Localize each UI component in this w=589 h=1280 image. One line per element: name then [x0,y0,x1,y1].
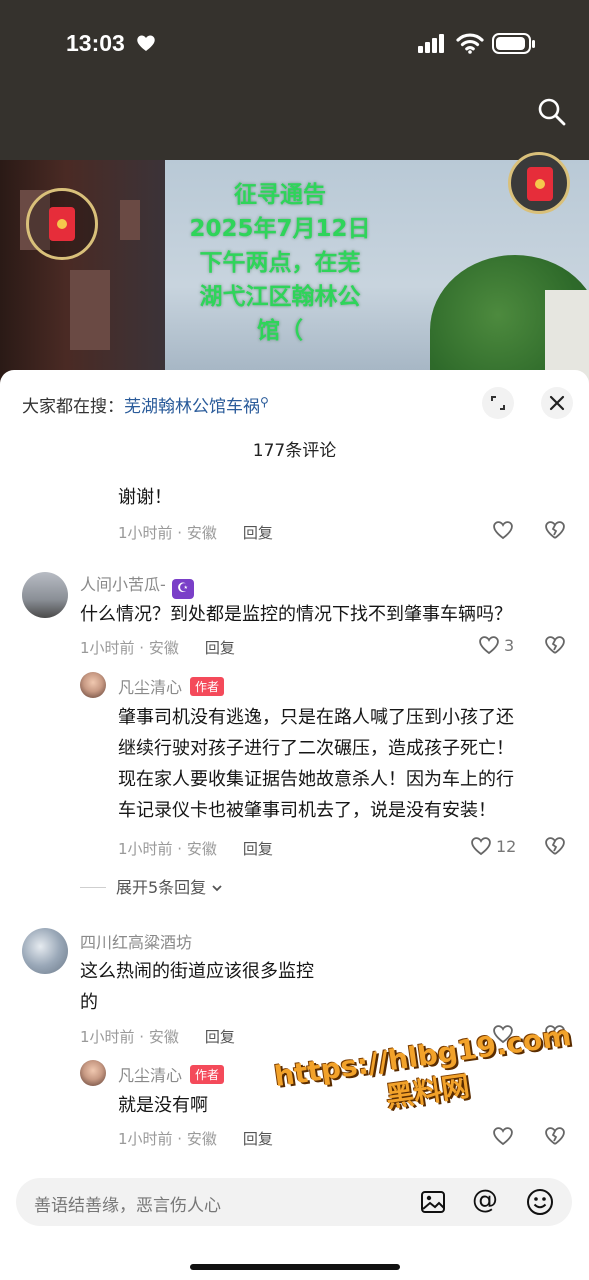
comment-text: 什么情况？到处都是监控的情况下找不到肇事车辆吗？ [80,604,512,625]
close-icon [549,395,565,411]
wifi-icon [456,33,484,54]
author-badge: 作者 [190,1065,225,1084]
comment-line: 现在家人要收集证据告她故意杀人！因为车上的行 [118,769,514,790]
dislike-button[interactable] [544,836,566,860]
search-small-icon: ⚲ [260,395,269,409]
notice-line: 下午两点，在芜 [199,250,361,276]
heart-outline-icon [493,1127,513,1146]
author-avatar[interactable] [80,672,106,698]
video-top-bar [0,92,589,160]
notice-line: 征寻通告 [234,182,326,208]
heart-icon [137,35,155,51]
comment-meta: 1小时前 · 安徽 回复 [118,1128,273,1149]
comment-username[interactable]: 凡尘清心 作者 [118,1062,225,1086]
home-indicator[interactable] [190,1264,400,1270]
comment-text: 就是没有啊 [118,1095,208,1116]
comment-username[interactable]: 四川红高粱酒坊 [80,929,192,953]
red-packet-icon[interactable] [508,152,570,214]
reply-button[interactable]: 回复 [243,1130,273,1148]
comment-time-location: 1小时前 · 安徽 [80,639,179,657]
comment-meta: 1小时前 · 安徽 回复 [118,522,273,543]
comment-text: 肇事司机没有逃逸，只是在路人喊了压到小孩了还 继续行驶对孩子进行了二次碾压，造成… [118,702,514,826]
heart-outline-icon [471,837,491,856]
dislike-button[interactable] [544,1126,566,1150]
video-notice-text: 征寻通告 2025年7月12日 下午两点，在芜 湖弋江区翰林公 馆（ [160,178,400,348]
avatar[interactable] [22,572,68,618]
broken-heart-icon [545,837,565,855]
broken-heart-icon [545,521,565,539]
dislike-button[interactable] [544,635,566,659]
comment-time-location: 1小时前 · 安徽 [118,524,217,542]
comment-line: 车记录仪卡也被肇事司机去了，说是没有安装！ [118,800,496,821]
like-count: 12 [496,836,517,856]
video-player[interactable]: 征寻通告 2025年7月12日 下午两点，在芜 湖弋江区翰林公 馆（ [0,160,589,390]
reply-button[interactable]: 回复 [205,639,235,657]
comment-input-placeholder: 善语结善缘，恶言伤人心 [34,1196,221,1216]
comment-line: 这么热闹的街道应该很多监控 [80,961,314,982]
author-avatar[interactable] [80,1060,106,1086]
chevron-down-icon [212,885,222,892]
search-icon[interactable] [536,96,568,128]
username-text: 四川红高粱酒坊 [80,933,193,952]
image-icon[interactable] [420,1189,446,1215]
username-text: 人间小苦瓜- [80,575,166,594]
battery-icon [492,33,535,54]
emoji-icon[interactable] [526,1188,554,1216]
like-button[interactable]: 3 [478,635,514,655]
expand-replies-button[interactable]: 展开5条回复 [80,874,223,898]
broken-heart-icon [545,636,565,654]
like-button[interactable] [492,520,514,540]
red-packet-icon[interactable] [26,188,98,260]
expand-icon [491,396,505,410]
comment-line: 的 [80,992,98,1013]
comment-time-location: 1小时前 · 安徽 [118,840,217,858]
comment-line: 肇事司机没有逃逸，只是在路人喊了压到小孩了还 [118,707,514,728]
comment-time-location: 1小时前 · 安徽 [118,1130,217,1148]
username-text: 凡尘清心 [118,678,183,697]
username-text: 凡尘清心 [118,1066,183,1085]
comment-time-location: 1小时前 · 安徽 [80,1028,179,1046]
dislike-button[interactable] [544,520,566,544]
comment-text: 这么热闹的街道应该很多监控 的 [80,956,314,1018]
trending-search-term[interactable]: 芜湖翰林公馆车祸 [124,397,260,417]
notice-line: 馆（ [257,318,303,344]
cellular-signal-icon [418,34,444,53]
comment-meta: 1小时前 · 安徽 回复 [80,1026,235,1047]
expand-button[interactable] [482,387,514,419]
comment-meta: 1小时前 · 安徽 回复 [118,838,273,859]
broken-heart-icon [545,1127,565,1145]
notice-line: 湖弋江区翰林公 [199,284,361,310]
like-button[interactable]: 12 [470,836,516,856]
comment-meta: 1小时前 · 安徽 回复 [80,637,235,658]
heart-outline-icon [493,521,513,540]
comment-username[interactable]: 凡尘清心 作者 [118,674,225,698]
heart-outline-icon [479,636,499,655]
like-count: 3 [504,635,515,655]
like-button[interactable] [492,1126,514,1146]
trending-search[interactable]: 大家都在搜：芜湖翰林公馆车祸⚲ [22,392,269,417]
reply-button[interactable]: 回复 [243,840,273,858]
comment-username[interactable]: 人间小苦瓜- ☪ [80,571,194,599]
reply-button[interactable]: 回复 [243,524,273,542]
status-time: 13:03 [66,30,125,56]
divider-line [80,887,106,888]
author-badge: 作者 [190,677,225,696]
comment-sheet: 大家都在搜：芜湖翰林公馆车祸⚲ 177条评论 谢谢！ 1小时前 · 安徽 回复 人… [0,370,589,1280]
status-bar: 13:03 [0,0,589,92]
comment-line: 继续行驶对孩子进行了二次碾压，造成孩子死亡！ [118,738,514,759]
moon-badge-icon: ☪ [171,579,194,599]
comment-input[interactable]: 善语结善缘，恶言伤人心 @ [16,1178,572,1226]
avatar[interactable] [22,928,68,974]
reply-button[interactable]: 回复 [205,1028,235,1046]
trending-search-prefix: 大家都在搜： [22,397,124,417]
close-button[interactable] [541,387,573,419]
comment-count: 177条评论 [252,441,337,461]
mention-icon[interactable]: @ [472,1185,498,1215]
expand-replies-label: 展开5条回复 [116,878,207,897]
notice-line: 2025年7月12日 [189,216,371,242]
comment-text: 谢谢！ [118,487,172,508]
